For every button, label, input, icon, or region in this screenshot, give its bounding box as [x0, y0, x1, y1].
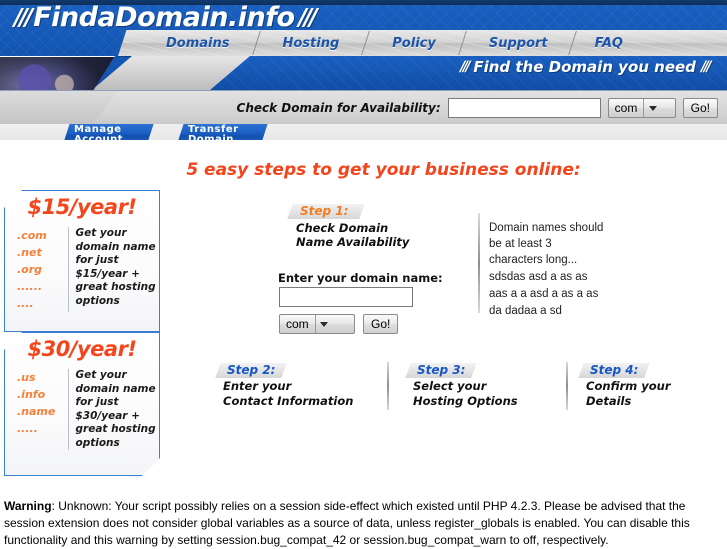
info-line-3: characters long... — [489, 254, 578, 266]
php-warning-prefix: Warning — [4, 499, 52, 513]
chevron-down-icon — [643, 99, 661, 117]
step1-tld-select[interactable]: com — [279, 314, 355, 334]
step-1-divider — [478, 213, 480, 313]
sub-tab-transfer-domain[interactable] — [176, 124, 268, 140]
nav-separator — [567, 31, 577, 55]
header-tld-select[interactable]: com — [607, 98, 676, 118]
nav-separator — [251, 31, 261, 55]
tagline-slashes-right: /// — [701, 59, 711, 75]
step-4-label: Step 4: — [590, 363, 639, 377]
tld-item: .us — [17, 371, 36, 384]
step-3-label: Step 3: — [417, 363, 466, 377]
tagline-slashes-left: /// — [460, 59, 470, 75]
price-box-30: $30/year! .us .info .name ..... Get your… — [4, 332, 160, 476]
domain-search-bar: Check Domain for Availability: com Go! — [0, 90, 727, 125]
price-box-15-description: Get your domain name for just $15/year +… — [67, 227, 160, 312]
info-line-4: sdsdas asd a as as — [489, 271, 588, 283]
step-3-line1: Select your — [413, 379, 487, 393]
info-line-2: be at least 3 — [489, 238, 552, 250]
logo-text: FindaDomain.info — [33, 2, 295, 33]
price-box-30-headline: $30/year! — [27, 337, 137, 361]
nav-item-faq[interactable]: FAQ — [595, 36, 623, 51]
domain-name-form-label: Enter your domain name: — [278, 271, 443, 285]
header-domain-search-input[interactable] — [447, 98, 601, 118]
nav-item-domains[interactable]: Domains — [166, 36, 230, 51]
step-2-line2: Contact Information — [223, 394, 354, 408]
tld-item: .com — [17, 229, 47, 242]
price-box-30-description: Get your domain name for just $30/year +… — [67, 369, 160, 450]
step-2-line1: Enter your — [223, 379, 292, 393]
price-box-30-tld-list: .us .info .name ..... — [13, 369, 68, 450]
step-3-line2: Hosting Options — [413, 394, 518, 408]
sub-tab-manage-account[interactable] — [62, 124, 154, 140]
step-4-line1: Confirm your — [586, 379, 671, 393]
nav-item-policy[interactable]: Policy — [392, 36, 436, 51]
step-2-divider — [387, 362, 389, 410]
step-3-divider — [566, 362, 568, 410]
nav-separator — [457, 31, 467, 55]
info-line-6: da dadaa a sd — [489, 305, 562, 317]
step-1-line1: Check Domain — [296, 221, 389, 235]
step-1-label: Step 1: — [300, 204, 349, 218]
nav-item-support[interactable]: Support — [489, 36, 548, 51]
tld-item: ...... — [17, 280, 43, 293]
search-label: Check Domain for Availability: — [236, 101, 441, 115]
nav-item-hosting[interactable]: Hosting — [283, 36, 340, 51]
tld-item: .name — [17, 405, 56, 418]
logo-slashes-right: /// — [298, 5, 318, 31]
php-warning-message: Warning: Unknown: Your script possibly r… — [0, 498, 720, 549]
php-warning-body: : Unknown: Your script possibly relies o… — [4, 499, 690, 547]
header-tld-select-value: com — [614, 101, 638, 115]
step1-domain-input[interactable] — [279, 287, 413, 307]
step1-go-button[interactable]: Go! — [363, 314, 399, 334]
sub-tab-bar: Manage Account Transfer Domain — [0, 124, 727, 140]
header-tagline: /// Find the Domain you need /// — [460, 58, 711, 76]
step1-tld-select-value: com — [286, 317, 309, 331]
site-header: ///FindaDomain.info/// Domains Hosting P… — [0, 0, 727, 140]
main-navigation: Domains Hosting Policy Support FAQ — [118, 30, 727, 56]
page-title: 5 easy steps to get your business online… — [0, 160, 727, 180]
step-2-label: Step 2: — [227, 363, 276, 377]
step-4-line2: Details — [586, 394, 632, 408]
price-box-15-tld-list: .com .net .org ...... .... — [13, 227, 68, 312]
tld-item: ..... — [17, 422, 38, 435]
step-1-line2: Name Availability — [296, 235, 410, 249]
logo-slashes-left: /// — [14, 5, 33, 31]
tld-item: .net — [17, 246, 42, 259]
tagline-text: Find the Domain you need — [473, 58, 696, 76]
chevron-down-icon — [314, 315, 333, 333]
header-search-go-button[interactable]: Go! — [682, 98, 718, 118]
price-box-15-headline: $15/year! — [27, 195, 137, 219]
site-logo[interactable]: ///FindaDomain.info/// — [14, 2, 318, 33]
info-line-5: aas a a asd a as a as — [489, 288, 599, 300]
tld-item: .org — [17, 263, 43, 276]
tld-item: .info — [17, 388, 46, 401]
tld-item: .... — [17, 297, 34, 310]
nav-separator — [361, 31, 371, 55]
page-title-text: 5 easy steps to get your business online… — [186, 160, 581, 180]
price-box-15: $15/year! .com .net .org ...... .... Get… — [4, 190, 160, 332]
info-line-1: Domain names should — [489, 222, 604, 234]
